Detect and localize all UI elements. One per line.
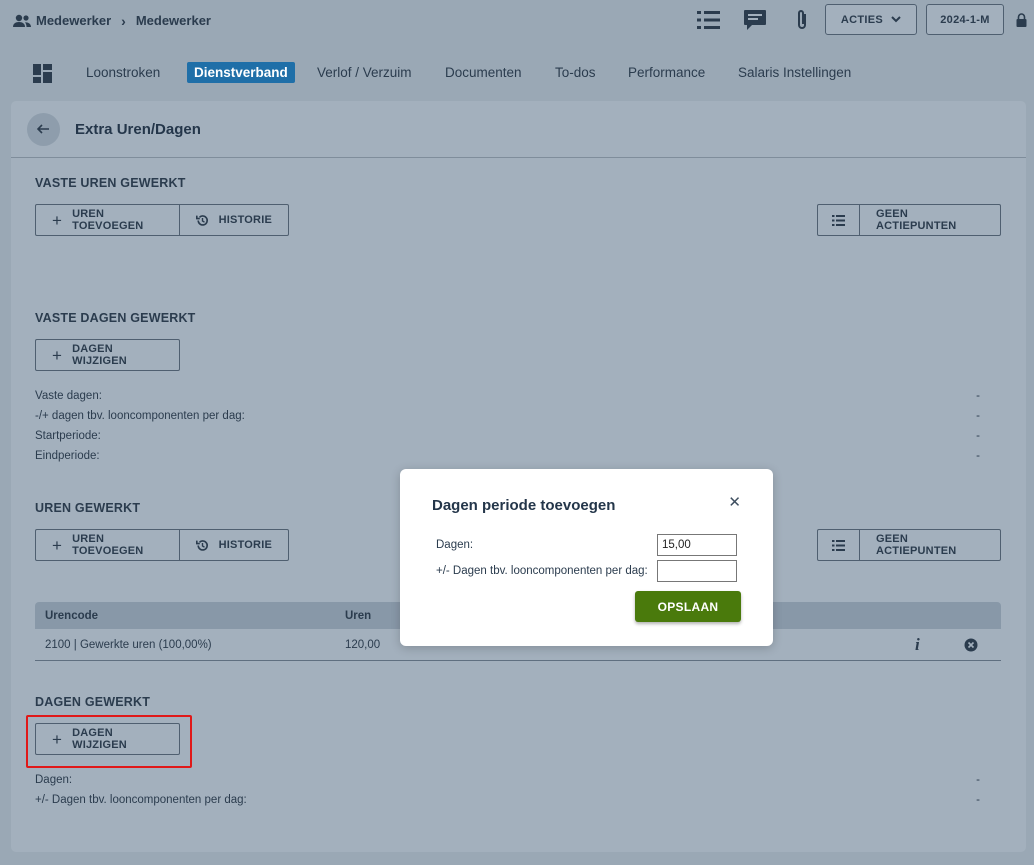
eindperiode-label: Eindperiode: [35, 450, 100, 462]
dagen-extra-value: - [976, 794, 980, 806]
close-icon[interactable]: ✕ [728, 493, 741, 511]
chevron-down-icon [891, 14, 901, 26]
chevron-right-icon: › [121, 12, 126, 29]
button-label: HISTORIE [218, 214, 272, 226]
button-content: + DAGEN WIJZIGEN [36, 340, 179, 370]
uren-history-button[interactable]: HISTORIE [178, 530, 288, 560]
section-title-uren: UREN GEWERKT [35, 501, 141, 515]
uren-button-group: + UREN TOEVOEGEN HISTORIE [35, 529, 289, 561]
eindperiode-value: - [976, 450, 980, 462]
dagen-extra-label: +/- Dagen tbv. looncomponenten per dag: [35, 794, 247, 806]
period-button[interactable]: 2024-1-M [926, 4, 1004, 35]
section-title-vaste-uren: VASTE UREN GEWERKT [35, 176, 186, 190]
button-label: DAGEN WIJZIGEN [72, 343, 127, 367]
highlight-box [26, 715, 192, 768]
breadcrumb-current: Medewerker [135, 13, 211, 28]
tab-verlof-verzuim[interactable]: Verlof / Verzuim [317, 65, 412, 80]
vaste-uren-add-button[interactable]: + UREN TOEVOEGEN [36, 205, 179, 235]
paperclip-icon[interactable] [789, 7, 815, 33]
back-button[interactable] [27, 112, 60, 146]
section-title-vaste-dagen: VASTE DAGEN GEWERKT [35, 311, 196, 325]
dagen-value: - [976, 774, 980, 786]
button-label: HISTORIE [218, 539, 272, 551]
vaste-dagen-extra-label: -/+ dagen tbv. looncomponenten per dag: [35, 410, 245, 422]
tab-loonstroken[interactable]: Loonstroken [86, 65, 160, 80]
history-icon [195, 214, 209, 227]
breadcrumb-root[interactable]: Medewerker [36, 13, 111, 28]
actions-label: GEEN ACTIEPUNTEN [859, 530, 1000, 560]
tab-performance[interactable]: Performance [628, 65, 705, 80]
modal-title: Dagen periode toevoegen [432, 497, 616, 514]
period-label: 2024-1-M [940, 13, 990, 26]
section-title-dagen: DAGEN GEWERKT [35, 695, 151, 709]
uren-actions-button[interactable]: GEEN ACTIEPUNTEN [817, 529, 1001, 561]
arrow-left-icon [37, 124, 50, 134]
panel-header: Extra Uren/Dagen [11, 101, 1026, 158]
dashboard-grid-icon[interactable] [33, 64, 52, 83]
vaste-uren-history-button[interactable]: HISTORIE [178, 205, 288, 235]
extra-days-label: +/- Dagen tbv. looncomponenten per dag: [436, 565, 648, 577]
remove-circle-icon[interactable] [964, 638, 978, 652]
column-header-uren: Uren [345, 609, 372, 622]
dagen-label: Dagen: [35, 774, 73, 786]
acties-label: ACTIES [840, 13, 884, 26]
save-button[interactable]: OPSLAAN [635, 591, 741, 622]
list-icon [818, 530, 859, 560]
urencode-cell: 2100 | Gewerkte uren (100,00%) [45, 638, 212, 651]
vaste-uren-actions-button[interactable]: GEEN ACTIEPUNTEN [817, 204, 1001, 236]
uren-add-button[interactable]: + UREN TOEVOEGEN [36, 530, 179, 560]
tab-salaris-instellingen[interactable]: Salaris Instellingen [738, 65, 851, 80]
breadcrumb: Medewerker › Medewerker [12, 13, 211, 29]
acties-button[interactable]: ACTIES [825, 4, 917, 35]
button-label: UREN TOEVOEGEN [72, 208, 144, 232]
startperiode-value: - [976, 430, 980, 442]
days-label: Dagen: [436, 539, 474, 551]
startperiode-label: Startperiode: [35, 430, 101, 442]
actions-label: GEEN ACTIEPUNTEN [859, 205, 1000, 235]
dagen-periode-modal: Dagen periode toevoegen ✕ Dagen: +/- Dag… [400, 469, 773, 646]
list-icon[interactable] [696, 7, 722, 33]
plus-icon: + [52, 210, 63, 230]
plus-icon: + [52, 345, 63, 365]
plus-icon: + [52, 535, 63, 555]
vaste-dagen-label: Vaste dagen: [35, 390, 102, 402]
vaste-uren-button-group: + UREN TOEVOEGEN HISTORIE [35, 204, 289, 236]
uren-cell: 120,00 [345, 638, 381, 651]
tab-documenten[interactable]: Documenten [445, 65, 522, 80]
column-header-urencode: Urencode [45, 609, 99, 622]
main-nav: Loonstroken Dienstverband Verlof / Verzu… [0, 41, 1034, 101]
history-icon [195, 539, 209, 552]
extra-days-input[interactable] [657, 560, 737, 582]
list-icon [818, 205, 859, 235]
button-label: UREN TOEVOEGEN [72, 533, 144, 557]
info-icon[interactable]: i [915, 635, 920, 655]
vaste-dagen-extra-value: - [976, 410, 980, 422]
tab-to-dos[interactable]: To-dos [555, 65, 596, 80]
page-title: Extra Uren/Dagen [75, 120, 201, 138]
lock-icon [1011, 7, 1031, 33]
chat-icon[interactable] [742, 7, 768, 33]
users-icon [12, 14, 32, 28]
tab-dienstverband[interactable]: Dienstverband [187, 62, 295, 83]
vaste-dagen-value: - [976, 390, 980, 402]
days-input[interactable] [657, 534, 737, 556]
vaste-dagen-change-button[interactable]: + DAGEN WIJZIGEN [35, 339, 180, 371]
